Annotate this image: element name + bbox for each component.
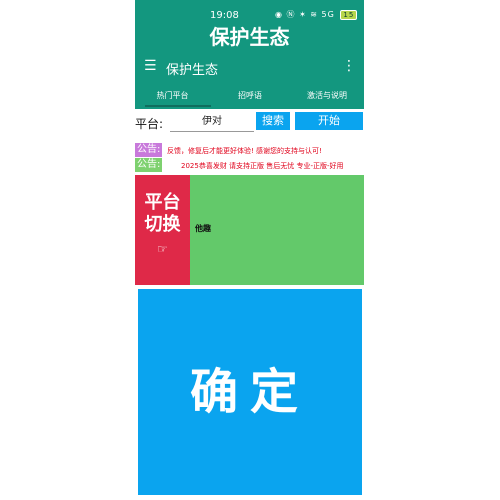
notice-text: 2025恭喜发财 请支持正版 售后无忧 专业-正版-好用 — [181, 162, 344, 170]
confirm-button[interactable]: 确定 — [138, 289, 362, 495]
platform-label: 平台: — [135, 117, 164, 131]
switch-label-line2: 切换 — [144, 214, 181, 235]
pointing-hand-icon: ☞ — [157, 242, 168, 256]
toolbar: ☰ 保护生态 ⋮ — [135, 52, 364, 82]
battery-icon: 15 — [340, 10, 358, 20]
tab-greetings[interactable]: 招呼语 — [212, 90, 288, 101]
tab-bar: 热门平台 招呼语 激活与说明 — [135, 82, 364, 109]
switch-label-line1: 平台 — [144, 192, 181, 213]
tab-indicator — [145, 105, 211, 107]
notice-tag: 公告: — [135, 158, 163, 172]
start-button[interactable]: 开始 — [295, 112, 363, 130]
toolbar-title: 保护生态 — [166, 63, 219, 78]
phone-screen: 19:08 ◉ Ⓝ ✶ ≋ 5G 15 保护生态 ☰ 保护生态 ⋮ 热门平台 招… — [135, 0, 364, 500]
more-vert-icon[interactable]: ⋮ — [342, 58, 356, 74]
platform-input[interactable]: 伊对 — [170, 113, 254, 132]
status-icons: ◉ Ⓝ ✶ ≋ 5G 15 — [275, 9, 358, 20]
notice-row-2: 公告: 2025恭喜发财 请支持正版 售后无忧 专业-正版-好用 — [135, 158, 364, 172]
tab-hot-platforms[interactable]: 热门平台 — [135, 90, 210, 101]
notice-tag: 公告: — [135, 143, 163, 157]
platform-panel: 平台 切换 ☞ 他趣 — [135, 175, 364, 285]
app-big-title: 保护生态 — [135, 22, 364, 52]
status-time: 19:08 — [210, 10, 239, 21]
notice-text: 反馈，修复后才能更好体验! 感谢您的支持与认可! — [167, 147, 322, 155]
hamburger-icon[interactable]: ☰ — [144, 58, 157, 74]
search-row: 平台: 伊对 搜索 开始 — [135, 109, 364, 137]
notice-row-1: 公告: 反馈，修复后才能更好体验! 感谢您的支持与认可! — [135, 143, 364, 157]
platform-switch-button[interactable]: 平台 切换 ☞ — [135, 175, 190, 285]
status-icons-text: ◉ Ⓝ ✶ ≋ 5G — [275, 10, 335, 19]
search-button[interactable]: 搜索 — [256, 112, 290, 130]
tab-activation[interactable]: 激活与说明 — [290, 90, 364, 101]
current-platform: 他趣 — [195, 224, 211, 233]
